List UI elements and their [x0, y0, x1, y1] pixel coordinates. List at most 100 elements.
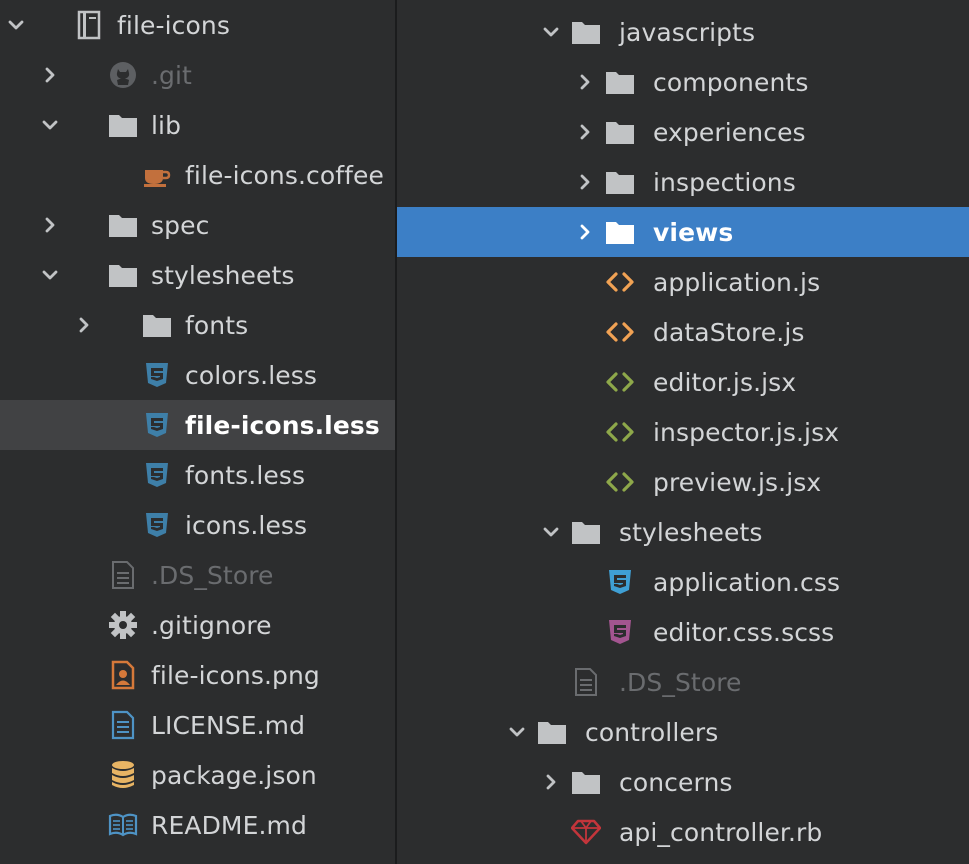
folder-icon — [108, 250, 138, 300]
tree-item-label: concerns — [619, 767, 733, 797]
tree-item-label: views — [653, 217, 734, 247]
left-tree-view: file-icons .git lib file-icons.coffee spec st… — [0, 0, 395, 864]
tree-file-license-md[interactable]: LICENSE.md — [0, 700, 395, 750]
tree-folder-controllers[interactable]: controllers — [397, 707, 969, 757]
chevron-right-icon[interactable] — [75, 300, 93, 350]
folder-icon — [605, 207, 635, 257]
tree-folder-file-icons[interactable]: file-icons — [0, 0, 395, 50]
tree-file-editor-js-jsx[interactable]: editor.js.jsx — [397, 357, 969, 407]
tree-item-label: api_controller.rb — [619, 817, 823, 847]
text-file-icon — [108, 550, 138, 600]
chevron-right-icon[interactable] — [576, 157, 594, 207]
tree-file-gitignore[interactable]: .gitignore — [0, 600, 395, 650]
jsx-code-icon — [605, 457, 635, 507]
tree-folder-experiences[interactable]: experiences — [397, 107, 969, 157]
tree-file-inspector-js-jsx[interactable]: inspector.js.jsx — [397, 407, 969, 457]
folder-icon — [605, 57, 635, 107]
chevron-right-icon[interactable] — [542, 757, 560, 807]
folder-icon — [142, 300, 172, 350]
jsx-code-icon — [605, 357, 635, 407]
chevron-down-icon[interactable] — [508, 707, 526, 757]
less-icon — [142, 400, 172, 450]
tree-item-label: fonts.less — [185, 460, 306, 490]
tree-file-datastore-js[interactable]: dataStore.js — [397, 307, 969, 357]
tree-file-fonts-less[interactable]: fonts.less — [0, 450, 395, 500]
tree-item-label: file-icons — [117, 10, 230, 40]
folder-icon — [537, 707, 567, 757]
chevron-down-icon[interactable] — [7, 0, 25, 50]
chevron-right-icon[interactable] — [41, 50, 59, 100]
tree-item-label: file-icons.coffee — [185, 160, 385, 190]
tree-item-label: preview.js.jsx — [653, 467, 822, 497]
tree-file-file-icons-coffee[interactable]: file-icons.coffee — [0, 150, 395, 200]
coffee-icon — [142, 150, 172, 200]
tree-item-label: stylesheets — [151, 260, 295, 290]
scss-icon — [605, 607, 635, 657]
tree-item-label: colors.less — [185, 360, 318, 390]
tree-file-ds-store[interactable]: .DS_Store — [0, 550, 395, 600]
tree-file-file-icons-less[interactable]: file-icons.less — [0, 400, 395, 450]
chevron-down-icon[interactable] — [542, 7, 560, 57]
chevron-right-icon[interactable] — [576, 207, 594, 257]
tree-item-label: .DS_Store — [151, 560, 274, 590]
tree-folder-components[interactable]: components — [397, 57, 969, 107]
tree-file-preview-js-jsx[interactable]: preview.js.jsx — [397, 457, 969, 507]
folder-icon — [108, 200, 138, 250]
folder-icon — [605, 157, 635, 207]
chevron-down-icon[interactable] — [542, 507, 560, 557]
chevron-right-icon[interactable] — [576, 57, 594, 107]
tree-folder-git[interactable]: .git — [0, 50, 395, 100]
folder-icon — [605, 107, 635, 157]
chevron-right-icon[interactable] — [41, 200, 59, 250]
tree-folder-lib[interactable]: lib — [0, 100, 395, 150]
tree-file-icons-less[interactable]: icons.less — [0, 500, 395, 550]
tree-file-colors-less[interactable]: colors.less — [0, 350, 395, 400]
tree-item-label: .DS_Store — [619, 667, 742, 697]
gear-icon — [108, 600, 138, 650]
tree-file-editor-css-scss[interactable]: editor.css.scss — [397, 607, 969, 657]
tree-item-label: package.json — [151, 760, 317, 790]
document-icon — [108, 700, 138, 750]
tree-item-label: experiences — [653, 117, 806, 147]
tree-item-label: application.css — [653, 567, 841, 597]
github-icon — [108, 50, 138, 100]
tree-file-api-controller-rb[interactable]: api_controller.rb — [397, 807, 969, 857]
tree-item-label: .gitignore — [151, 610, 272, 640]
less-icon — [142, 350, 172, 400]
tree-item-label: file-icons.less — [185, 410, 380, 440]
database-icon — [108, 750, 138, 800]
tree-item-label: stylesheets — [619, 517, 763, 547]
tree-item-label: fonts — [185, 310, 249, 340]
tree-item-label: spec — [151, 210, 210, 240]
tree-folder-concerns[interactable]: concerns — [397, 757, 969, 807]
folder-icon — [571, 7, 601, 57]
tree-folder-spec[interactable]: spec — [0, 200, 395, 250]
js-code-icon — [605, 307, 635, 357]
tree-file-ds-store[interactable]: .DS_Store — [397, 657, 969, 707]
tree-folder-stylesheets[interactable]: stylesheets — [0, 250, 395, 300]
tree-folder-views[interactable]: views — [397, 207, 969, 257]
text-file-icon — [571, 657, 601, 707]
tree-folder-inspections[interactable]: inspections — [397, 157, 969, 207]
tree-item-label: README.md — [151, 810, 307, 840]
tree-file-readme-md[interactable]: README.md — [0, 800, 395, 850]
tree-file-package-json[interactable]: package.json — [0, 750, 395, 800]
tree-item-label: editor.js.jsx — [653, 367, 797, 397]
tree-item-label: LICENSE.md — [151, 710, 306, 740]
less-icon — [142, 450, 172, 500]
tree-file-application-css[interactable]: application.css — [397, 557, 969, 607]
tree-folder-stylesheets[interactable]: stylesheets — [397, 507, 969, 557]
tree-folder-javascripts[interactable]: javascripts — [397, 7, 969, 57]
chevron-down-icon[interactable] — [41, 250, 59, 300]
tree-file-file-icons-png[interactable]: file-icons.png — [0, 650, 395, 700]
tree-item-label: components — [653, 67, 809, 97]
chevron-down-icon[interactable] — [41, 100, 59, 150]
tree-item-label: inspections — [653, 167, 796, 197]
image-file-icon — [108, 650, 138, 700]
chevron-right-icon[interactable] — [576, 107, 594, 157]
tree-file-application-js[interactable]: application.js — [397, 257, 969, 307]
right-tree-view: javascripts components experiences inspecti… — [397, 0, 969, 864]
tree-item-label: editor.css.scss — [653, 617, 835, 647]
folder-icon — [571, 507, 601, 557]
tree-folder-fonts[interactable]: fonts — [0, 300, 395, 350]
